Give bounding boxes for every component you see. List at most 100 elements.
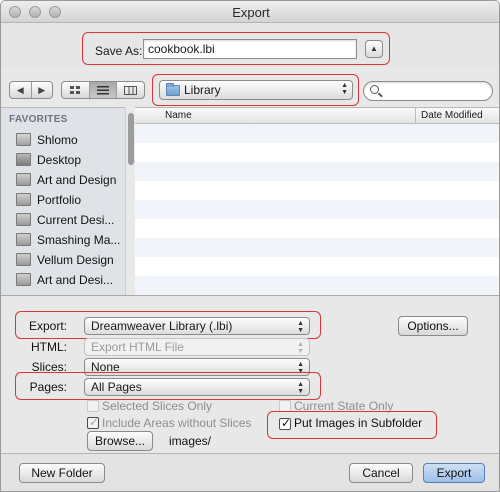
sidebar-item-label: Art and Design — [37, 173, 117, 187]
sidebar-item-label: Art and Desi... — [37, 273, 114, 287]
list-row — [135, 162, 499, 181]
export-format-popup[interactable]: Dreamweaver Library (.lbi) ▲ ▼ — [84, 317, 310, 335]
sidebar-scrollbar[interactable] — [125, 107, 135, 295]
sidebar-item-desktop[interactable]: Desktop — [1, 150, 123, 170]
icon-grid-icon — [69, 85, 80, 94]
search-field[interactable] — [363, 81, 493, 101]
sidebar-item-shlomo[interactable]: Shlomo — [1, 130, 123, 150]
list-row — [135, 143, 499, 162]
html-label: HTML: — [31, 340, 67, 354]
current-state-only-checkbox — [279, 400, 291, 412]
view-mode-control — [61, 81, 145, 99]
sidebar-item-smashing-magazine[interactable]: Smashing Ma... — [1, 230, 123, 250]
list-row — [135, 124, 499, 143]
sidebar-item-label: Shlomo — [37, 133, 78, 147]
selected-slices-only-checkbox — [87, 400, 99, 412]
back-forward-control: ◀ ▶ — [9, 81, 53, 99]
pages-value: All Pages — [91, 380, 142, 394]
back-button[interactable]: ◀ — [10, 82, 32, 98]
sidebar-item-label: Vellum Design — [37, 253, 114, 267]
include-areas-checkbox: ✓ — [87, 415, 100, 429]
up-down-arrows-icon: ▲ ▼ — [297, 381, 304, 395]
icon-view-button[interactable] — [62, 82, 90, 98]
folder-icon — [16, 253, 31, 266]
folder-icon — [16, 273, 31, 286]
search-icon — [370, 85, 379, 94]
columns-icon — [124, 85, 138, 95]
column-divider — [415, 108, 416, 124]
file-list-header: Name Date Modified — [135, 108, 499, 124]
sidebar-scroll-thumb[interactable] — [128, 113, 134, 165]
pages-label: Pages: — [29, 380, 67, 394]
sidebar: FAVORITES Shlomo Desktop Art and Design … — [1, 107, 135, 295]
sidebar-heading: FAVORITES — [9, 114, 68, 125]
browse-button[interactable]: Browse... — [87, 431, 153, 451]
include-areas-label: Include Areas without Slices — [102, 416, 252, 430]
sidebar-item-label: Smashing Ma... — [37, 233, 121, 247]
export-format-value: Dreamweaver Library (.lbi) — [91, 319, 233, 333]
html-value: Export HTML File — [91, 340, 184, 354]
subfolder-path: images/ — [169, 434, 212, 448]
panel-separator — [1, 295, 499, 296]
desktop-icon — [16, 153, 31, 166]
list-view-button[interactable] — [89, 82, 118, 98]
html-popup: Export HTML File ▲ ▼ — [84, 338, 310, 356]
list-row — [135, 238, 499, 257]
selected-slices-only-label: Selected Slices Only — [102, 399, 213, 413]
home-icon — [16, 133, 31, 146]
list-row — [135, 219, 499, 238]
new-folder-button[interactable]: New Folder — [19, 463, 105, 483]
up-down-arrows-icon: ▲ ▼ — [297, 361, 304, 375]
cancel-button[interactable]: Cancel — [349, 463, 413, 483]
column-view-button[interactable] — [117, 82, 144, 98]
list-row — [135, 181, 499, 200]
folder-icon — [16, 233, 31, 246]
location-popup[interactable]: Library ▲ ▼ — [159, 80, 353, 100]
options-button[interactable]: Options... — [398, 316, 468, 336]
list-row — [135, 200, 499, 219]
sidebar-item-art-and-design[interactable]: Art and Design — [1, 170, 123, 190]
export-label: Export: — [28, 319, 67, 333]
checkmark-icon: ✓ — [89, 415, 100, 429]
slices-popup[interactable]: None ▲ ▼ — [84, 358, 310, 376]
file-list: Name Date Modified — [135, 107, 499, 295]
list-row — [135, 257, 499, 276]
export-dialog: Export Save As: cookbook.lbi ▲ ◀ ▶ Libra… — [0, 0, 500, 492]
folder-icon — [16, 173, 31, 186]
forward-button[interactable]: ▶ — [32, 82, 53, 98]
slices-value: None — [91, 360, 120, 374]
column-header-name[interactable]: Name — [165, 110, 192, 121]
up-down-arrows-icon: ▲ ▼ — [341, 82, 348, 96]
window-title: Export — [232, 5, 270, 20]
list-row — [135, 276, 499, 295]
location-label: Library — [184, 83, 221, 97]
up-down-arrows-icon: ▲ ▼ — [297, 320, 304, 334]
save-as-input[interactable]: cookbook.lbi — [143, 39, 357, 59]
back-arrow-icon: ◀ — [16, 84, 24, 95]
put-images-in-subfolder-checkbox[interactable]: ✓ — [279, 416, 292, 430]
list-lines-icon — [97, 85, 109, 94]
folder-icon — [16, 193, 31, 206]
column-header-date-modified[interactable]: Date Modified — [421, 110, 483, 121]
sidebar-item-art-and-design-2[interactable]: Art and Desi... — [1, 270, 123, 290]
chevron-up-icon: ▲ — [370, 44, 378, 53]
slices-label: Slices: — [31, 360, 67, 374]
checkmark-icon: ✓ — [281, 416, 292, 430]
put-images-in-subfolder-label: Put Images in Subfolder — [294, 416, 423, 430]
expand-dialog-button[interactable]: ▲ — [365, 40, 383, 58]
forward-arrow-icon: ▶ — [38, 84, 46, 95]
sidebar-item-label: Portfolio — [37, 193, 82, 207]
save-as-label: Save As: — [95, 44, 143, 58]
sidebar-item-current-design[interactable]: Current Desi... — [1, 210, 123, 230]
folder-icon — [166, 83, 180, 96]
up-down-arrows-icon: ▲ ▼ — [297, 341, 304, 355]
current-state-only-label: Current State Only — [294, 399, 394, 413]
folder-icon — [16, 213, 31, 226]
pages-popup[interactable]: All Pages ▲ ▼ — [84, 378, 310, 396]
title-bar: Export — [1, 1, 499, 23]
sidebar-item-label: Desktop — [37, 153, 82, 167]
export-button[interactable]: Export — [423, 463, 485, 483]
sidebar-item-portfolio[interactable]: Portfolio — [1, 190, 123, 210]
sidebar-item-vellum-design[interactable]: Vellum Design — [1, 250, 123, 270]
sidebar-item-label: Current Desi... — [37, 213, 115, 227]
